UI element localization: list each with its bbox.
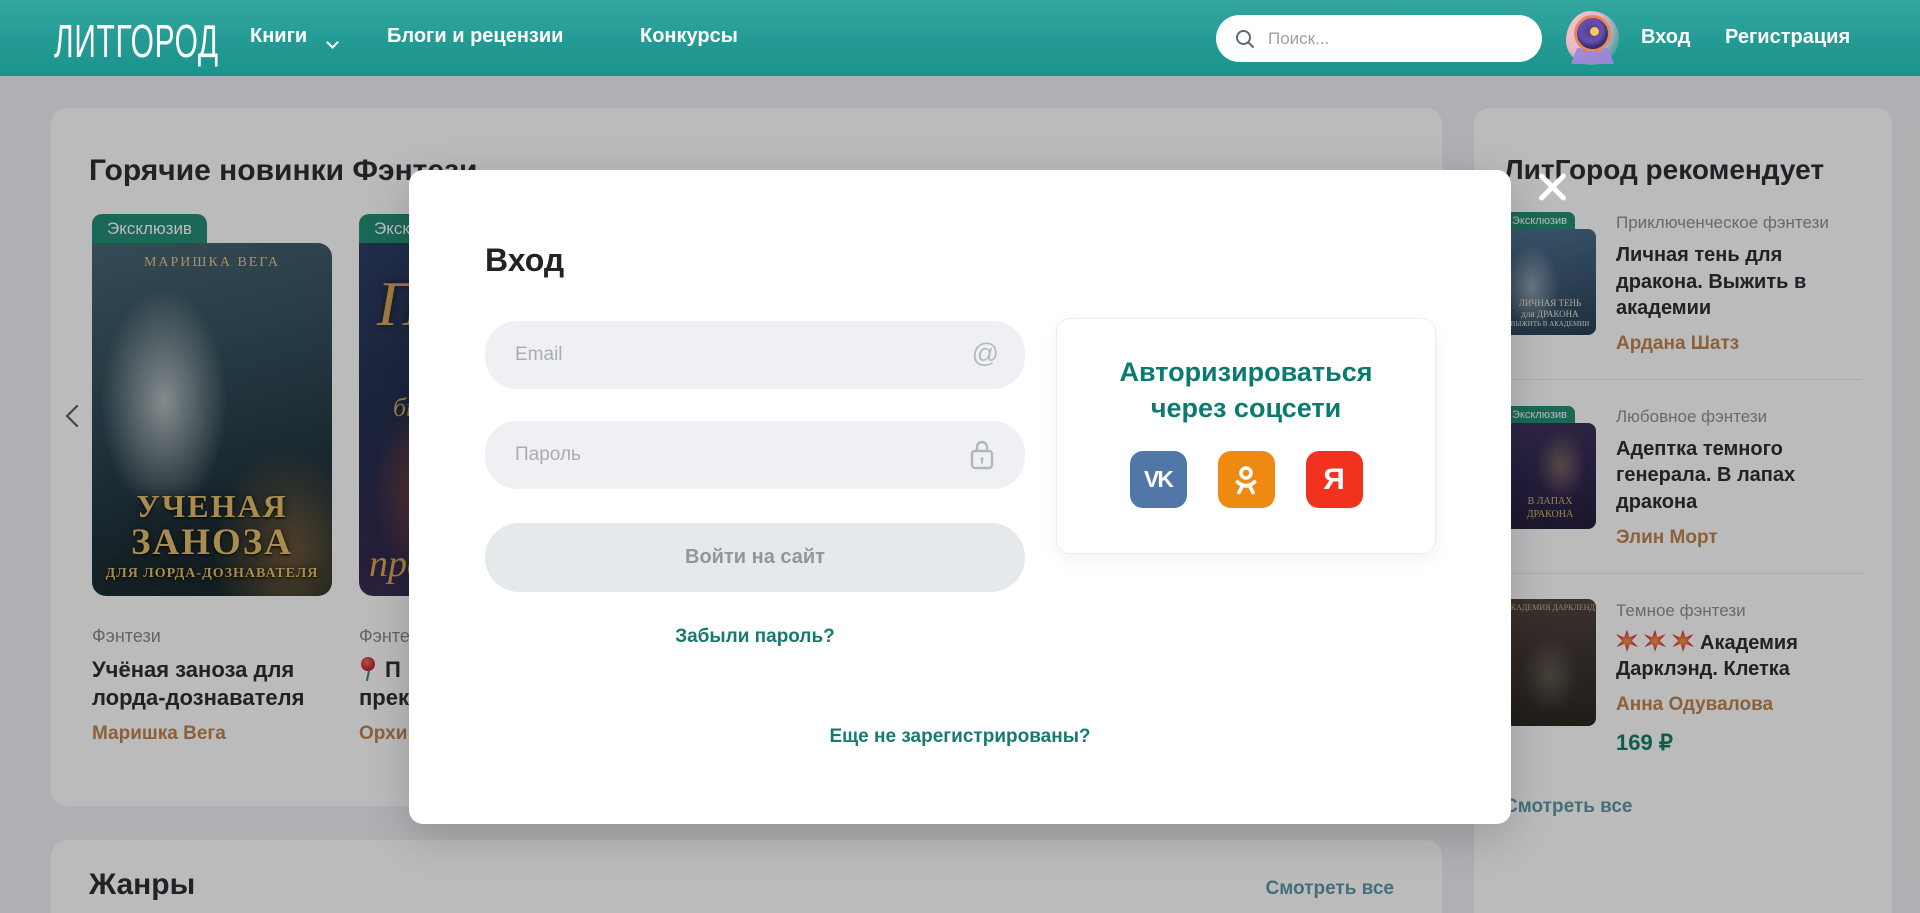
- social-auth-buttons: VK Я: [1057, 451, 1435, 508]
- yandex-icon: Я: [1323, 463, 1345, 497]
- social-auth-heading: Авторизироваться через соцсети: [1057, 355, 1435, 426]
- nav-item-blogs[interactable]: Блоги и рецензии: [387, 25, 563, 48]
- vk-auth-button[interactable]: VK: [1130, 451, 1187, 508]
- password-field-wrap: [485, 421, 1025, 489]
- site-logo[interactable]: ЛИТГОРОД: [54, 16, 219, 69]
- yandex-auth-button[interactable]: Я: [1306, 451, 1363, 508]
- social-auth-card: Авторизироваться через соцсети VK Я: [1056, 318, 1436, 554]
- forgot-password-link[interactable]: Забыли пароль?: [485, 626, 1025, 648]
- lock-icon: [967, 438, 997, 477]
- avatar[interactable]: [1564, 9, 1621, 67]
- modal-close-button[interactable]: [1533, 168, 1571, 206]
- search-input[interactable]: [1268, 29, 1508, 49]
- login-modal: Вход @ Войти на сайт Забыли пароль? Еще …: [409, 170, 1511, 824]
- odnoklassniki-icon: [1233, 465, 1259, 495]
- odnoklassniki-auth-button[interactable]: [1218, 451, 1275, 508]
- search-box: [1216, 15, 1542, 62]
- nav-item-contests[interactable]: Конкурсы: [640, 25, 738, 48]
- site-header: ЛИТГОРОД Книги Блоги и рецензии Конкурсы…: [0, 0, 1920, 76]
- search-icon: [1234, 28, 1256, 50]
- email-field[interactable]: [485, 321, 1025, 389]
- login-link[interactable]: Вход: [1641, 26, 1690, 49]
- login-submit-button[interactable]: Войти на сайт: [485, 523, 1025, 592]
- chevron-down-icon: [326, 36, 339, 49]
- register-link[interactable]: Регистрация: [1725, 26, 1850, 49]
- nav-item-books[interactable]: Книги: [250, 25, 307, 48]
- avatar-art-dot: [1590, 27, 1599, 36]
- vk-icon: VK: [1144, 466, 1172, 493]
- email-field-wrap: @: [485, 321, 1025, 389]
- not-registered-link[interactable]: Еще не зарегистрированы?: [409, 726, 1511, 748]
- modal-title: Вход: [485, 242, 564, 279]
- password-field[interactable]: [485, 421, 1025, 489]
- at-icon: @: [972, 338, 999, 369]
